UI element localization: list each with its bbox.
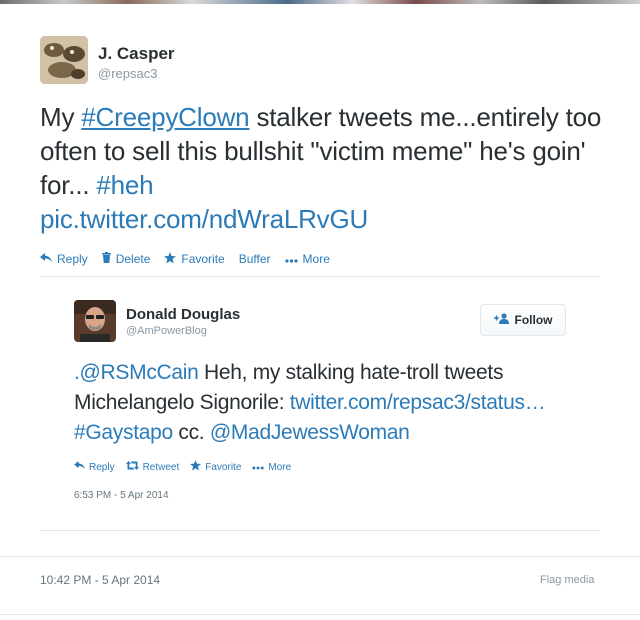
embedded-tweet-actions: Reply Retweet Favorite More <box>74 460 302 474</box>
delete-button[interactable]: Delete <box>101 252 151 266</box>
embedded-text-part: cc. <box>172 421 210 444</box>
mention-madjewesswoman-link[interactable]: @MadJewessWoman <box>210 421 410 444</box>
embedded-retweet-label: Retweet <box>142 461 180 473</box>
buffer-button[interactable]: Buffer <box>239 252 271 266</box>
embedded-reply-label: Reply <box>89 461 115 473</box>
embedded-author-name[interactable]: Donald Douglas <box>126 306 240 323</box>
hashtag-heh-link[interactable]: #heh <box>96 170 153 200</box>
divider <box>0 614 640 615</box>
reply-button[interactable]: Reply <box>40 252 88 266</box>
mention-rsmccain-link[interactable]: .@RSMcCain <box>74 361 199 384</box>
author-avatar[interactable] <box>40 36 88 84</box>
retweet-icon <box>125 461 139 473</box>
embedded-author-handle[interactable]: @AmPowerBlog <box>126 325 207 337</box>
tweet-actions: Reply Delete Favorite Buffer More <box>40 250 344 268</box>
flag-media-link[interactable]: Flag media <box>540 574 594 586</box>
embedded-more-button[interactable]: More <box>252 462 291 473</box>
divider <box>0 556 640 557</box>
more-button[interactable]: More <box>284 252 330 266</box>
pic-link[interactable]: pic.twitter.com/ndWraLRvGU <box>40 204 368 234</box>
author-handle[interactable]: @repsac3 <box>98 66 157 81</box>
embedded-tweet-text: .@RSMcCain Heh, my stalking hate-troll t… <box>74 358 574 448</box>
divider <box>40 530 600 531</box>
author-name[interactable]: J. Casper <box>98 44 175 64</box>
favorite-label: Favorite <box>181 252 225 266</box>
ellipsis-icon <box>252 462 265 473</box>
ellipsis-icon <box>284 252 298 266</box>
embedded-tweet-date[interactable]: 6:53 PM - 5 Apr 2014 <box>74 490 169 501</box>
favorite-button[interactable]: Favorite <box>164 251 225 267</box>
follow-button[interactable]: Follow <box>480 304 566 336</box>
star-icon <box>164 251 177 267</box>
embedded-more-label: More <box>268 461 292 473</box>
embedded-favorite-button[interactable]: Favorite <box>190 460 241 474</box>
tweet-timestamp[interactable]: 10:42 PM - 5 Apr 2014 <box>40 573 160 587</box>
hashtag-creepyclown-link[interactable]: #CreepyClown <box>81 102 249 132</box>
embedded-author-avatar[interactable] <box>74 300 116 342</box>
divider <box>40 276 600 277</box>
follow-label: Follow <box>514 313 553 327</box>
reply-icon <box>74 461 85 473</box>
buffer-label: Buffer <box>238 252 271 266</box>
reply-icon <box>40 252 52 266</box>
tweet-text: My #CreepyClown stalker tweets me...enti… <box>40 100 610 236</box>
follow-person-icon <box>493 313 510 327</box>
status-link[interactable]: twitter.com/repsac3/status… <box>290 391 546 414</box>
hashtag-gaystapo-link[interactable]: #Gaystapo <box>74 421 173 444</box>
embedded-favorite-label: Favorite <box>205 461 242 473</box>
embedded-reply-button[interactable]: Reply <box>74 461 115 473</box>
reply-label: Reply <box>57 252 88 266</box>
tweet-card: J. Casper @repsac3 My #CreepyClown stalk… <box>0 4 640 618</box>
delete-label: Delete <box>115 252 151 266</box>
star-icon <box>190 460 202 474</box>
trash-icon <box>101 252 111 266</box>
embedded-retweet-button[interactable]: Retweet <box>125 461 180 473</box>
tweet-text-part: My <box>40 102 82 132</box>
more-label: More <box>302 252 330 266</box>
